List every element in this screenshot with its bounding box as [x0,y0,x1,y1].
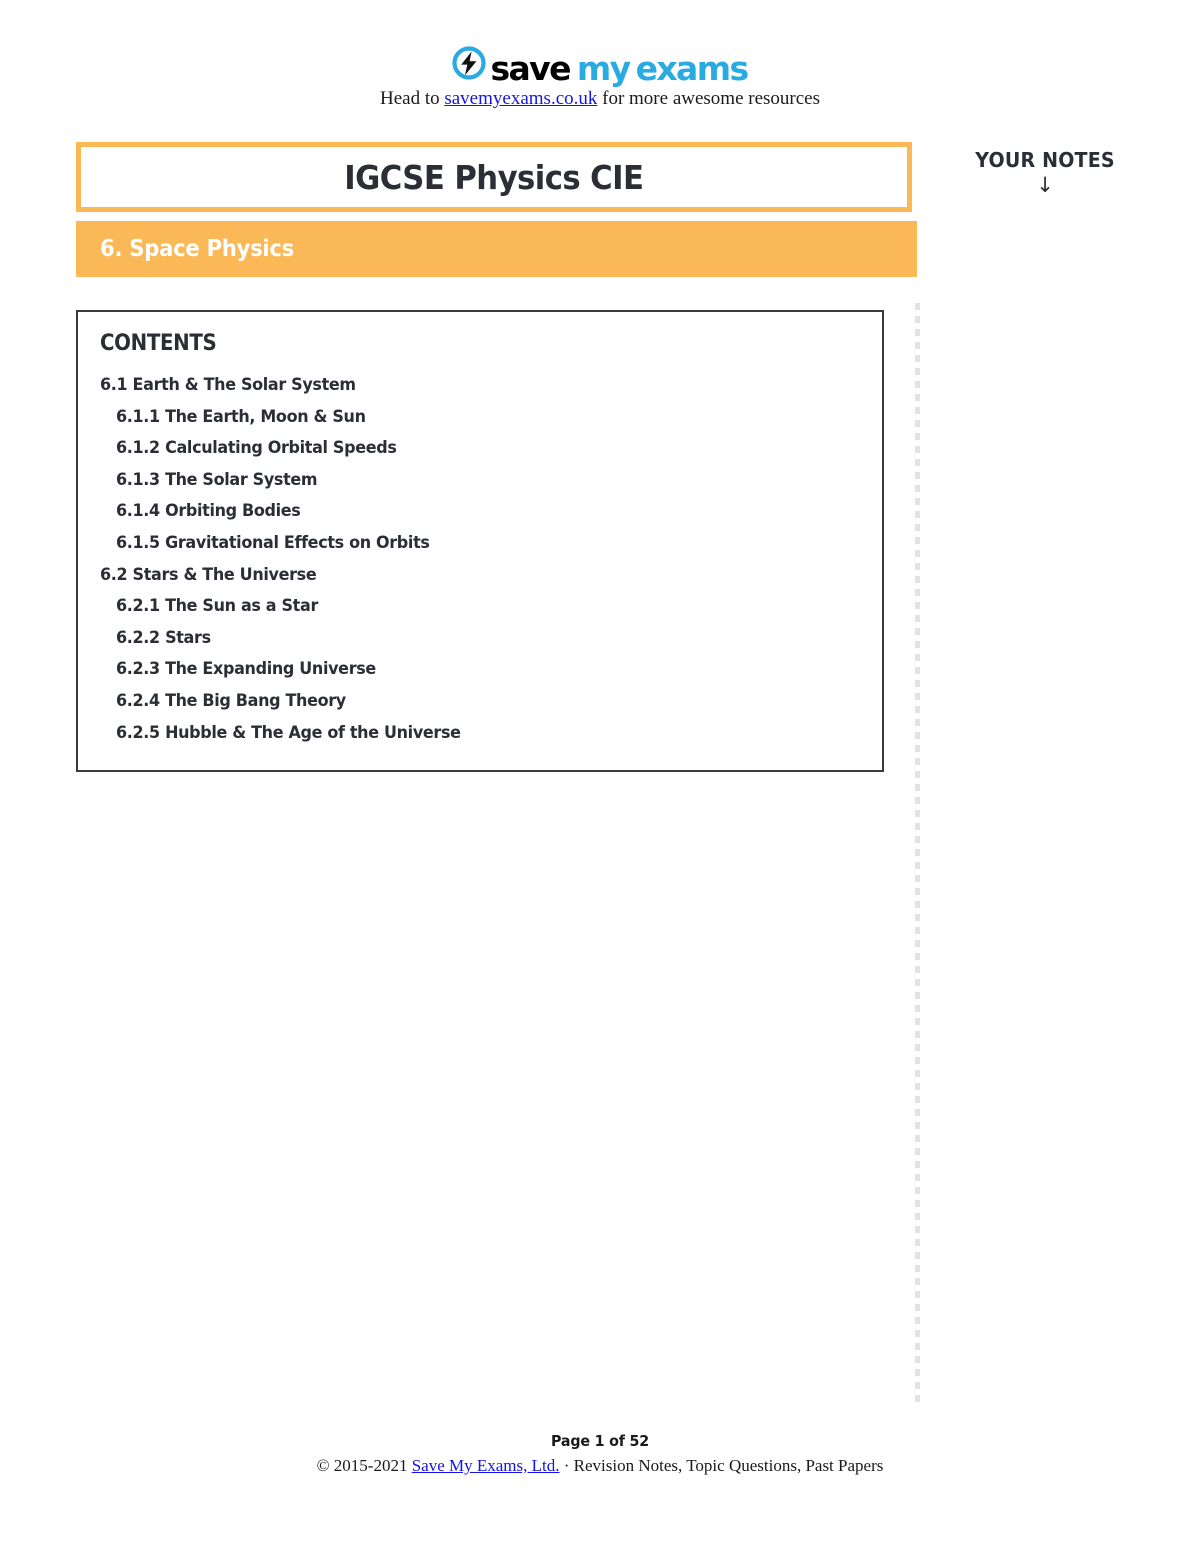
page-header: save my exams Head to savemyexams.co.uk fo… [0,0,1200,125]
page-number: Page 1 of 52 [551,1432,649,1450]
tagline-suffix: for more awesome resources [597,88,821,109]
contents-list: 6.1 Earth & The Solar System 6.1.1 The Ea… [100,370,872,749]
contents-entry[interactable]: 6.2 Stars & The Universe [100,560,826,592]
contents-entry[interactable]: 6.2.4 The Big Bang Theory [100,686,826,718]
contents-entry[interactable]: 6.1.4 Orbiting Bodies [100,496,826,528]
contents-entry[interactable]: 6.2.5 Hubble & The Age of the Universe [100,718,826,750]
contents-entry[interactable]: 6.2.1 The Sun as a Star [100,591,826,623]
notes-margin-dotted-rule [915,303,920,1407]
topic-label: 6. Space Physics [100,236,294,262]
contents-entry[interactable]: 6.1.3 The Solar System [100,465,826,497]
contents-entry[interactable]: 6.2.2 Stars [100,623,826,655]
contents-entry[interactable]: 6.2.3 The Expanding Universe [100,654,826,686]
contents-entry[interactable]: 6.1.1 The Earth, Moon & Sun [100,402,826,434]
contents-entry[interactable]: 6.1.5 Gravitational Effects on Orbits [100,528,826,560]
copyright-prefix: © 2015-2021 [316,1456,412,1475]
your-notes-block: YOUR NOTES ↓ [945,148,1145,197]
course-title-box: IGCSE Physics CIE [76,142,912,212]
contents-entry[interactable]: 6.1 Earth & The Solar System [100,370,826,402]
page-title: IGCSE Physics CIE [344,157,644,197]
copyright-suffix: · Revision Notes, Topic Questions, Past … [559,1456,884,1475]
tagline: Head to savemyexams.co.uk for more aweso… [0,88,1200,110]
contents-heading: CONTENTS [100,331,217,356]
contents-entry[interactable]: 6.1.2 Calculating Orbital Speeds [100,433,826,465]
page-footer: Page 1 of 52 © 2015-2021 Save My Exams, … [0,1432,1200,1476]
save-my-exams-ltd-link[interactable]: Save My Exams, Ltd. [412,1456,560,1475]
lightning-bolt-circle-icon [452,46,487,80]
contents-box: CONTENTS 6.1 Earth & The Solar System 6.1… [76,310,884,772]
copyright-line: © 2015-2021 Save My Exams, Ltd. · Revisi… [0,1456,1200,1476]
down-arrow-icon: ↓ [1036,173,1054,197]
logo-text-exams: exams [635,49,750,89]
your-notes-label: YOUR NOTES [975,148,1115,172]
topic-banner: 6. Space Physics [76,221,917,277]
tagline-prefix: Head to [379,88,445,109]
brand-logo: save my exams [0,46,1200,85]
logo-text-my: my [576,49,631,89]
logo-text-save: save [490,49,571,89]
savemyexams-link[interactable]: savemyexams.co.uk [444,88,597,109]
